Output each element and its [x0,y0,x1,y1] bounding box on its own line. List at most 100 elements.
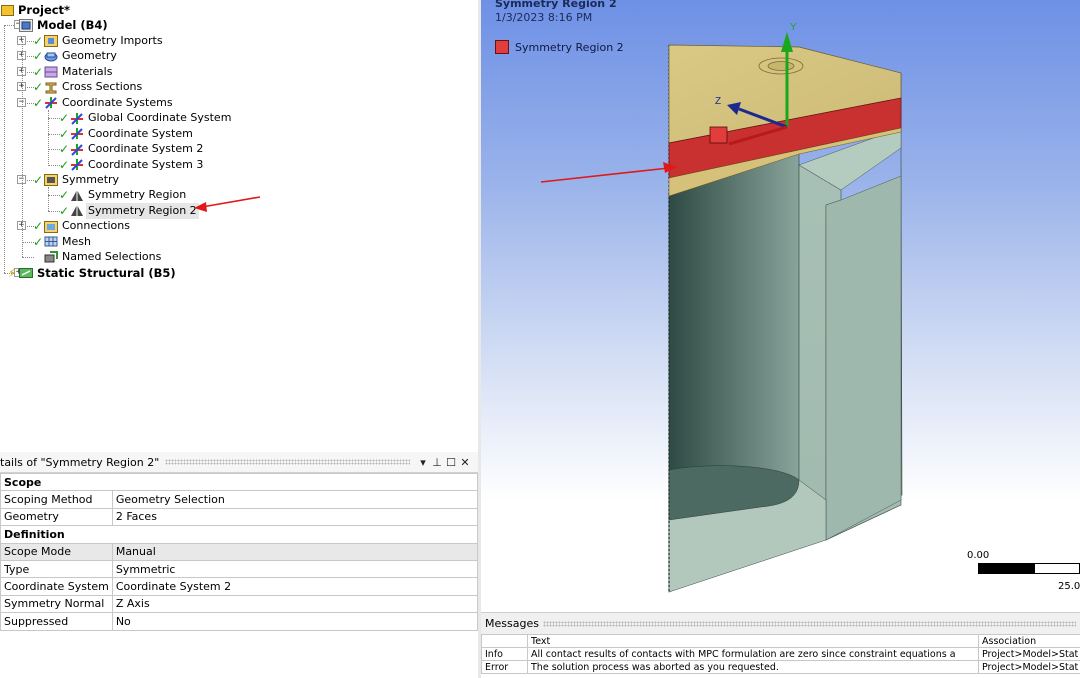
property-value[interactable]: Z Axis [111,594,479,614]
tree-item-coordinate-system-3[interactable]: ✓ Coordinate System 3 [59,157,203,173]
close-icon[interactable]: ✕ [458,456,472,469]
details-category[interactable]: Definition [0,525,478,544]
property-key: Geometry [0,507,113,527]
status-check-icon: ✓ [59,126,70,141]
tree-item-label: Symmetry Region [88,188,187,202]
coordinate-system-icon [70,127,84,140]
top-hole-inner [767,61,795,71]
tree-item-label: Model (B4) [37,18,108,33]
tree-item-mesh[interactable]: ✓ Mesh [33,234,91,250]
static-structural-icon [19,266,33,279]
tree-item-symmetry-region[interactable]: ✓ Symmetry Region [59,187,186,203]
model-scene[interactable]: Y Z [481,0,1080,612]
tree-item-materials[interactable]: ✓ Materials [33,64,112,80]
tree-item-label: Geometry [62,49,117,63]
tree-item-label: Project* [18,3,71,17]
tree-item-label: Mesh [62,234,91,248]
tree-arrow-head-icon [194,202,207,212]
messages-grip [542,620,1076,627]
status-check-icon: ✓ [33,219,44,234]
tree-item-label: Named Selections [62,250,162,264]
property-key: Suppressed [0,612,113,631]
annotation-arrow-line [540,167,670,183]
graphics-viewport[interactable]: Y Z Symmetry Region 2 1/3/2023 8:16 PM S… [481,0,1080,612]
tree-item-label: Geometry Imports [62,33,163,47]
details-row[interactable]: Coordinate System Coordinate System 2 [0,577,479,596]
tree-item-coordinate-system[interactable]: ✓ Coordinate System [59,126,193,142]
status-check-icon: ✓ [59,111,70,126]
tree-item-label: Coordinate System [88,126,193,140]
property-value[interactable]: 2 Faces [111,507,479,527]
status-check-icon: ✓ [33,234,44,249]
property-value[interactable]: Symmetric [111,559,479,579]
tree-item-connections[interactable]: ✓ Connections [33,218,130,234]
scale-bar [978,563,1080,574]
tree-annotation-arrow [194,196,261,212]
tree-item-symmetry[interactable]: ✓ Symmetry [33,172,119,188]
tree-item-geometry[interactable]: ✓ Geometry [33,48,117,64]
model-icon [19,18,33,32]
tree-item-symmetry-region-2[interactable]: ✓ Symmetry Region 2 [59,202,199,219]
viewport-date: 1/3/2023 8:16 PM [495,11,593,24]
property-value[interactable]: Coordinate System 2 [111,577,479,596]
symmetry-folder-icon [44,173,58,187]
details-row[interactable]: Type Symmetric [0,559,479,579]
property-key: Symmetry Normal [0,594,113,614]
messages-column-header[interactable]: Text [527,634,979,648]
tree-item-label: Static Structural (B5) [37,265,176,280]
legend-label: Symmetry Region 2 [515,40,624,54]
status-lightning-icon: ⚡ [8,265,17,280]
message-row[interactable]: Error The solution process was aborted as… [481,660,1080,674]
dropdown-icon[interactable]: ▾ [416,456,430,469]
tree-item-cross-sections[interactable]: ✓ Cross Sections [33,79,142,95]
tree-item-model[interactable]: Model (B4) [19,17,108,33]
details-row[interactable]: Scope Mode Manual [0,542,479,561]
status-check-icon: ✓ [33,172,44,187]
pin-icon[interactable]: ⊥ [430,456,444,469]
tree-item-coordinate-system-2[interactable]: ✓ Coordinate System 2 [59,141,203,157]
tree-item-label: Connections [62,219,130,233]
symmetry-region-icon [70,189,84,202]
tree-connector [4,25,14,27]
tree-item-geometry-imports[interactable]: ✓ Geometry Imports [33,33,163,49]
symmetry-region-icon [70,204,84,217]
geometry-imports-icon [44,34,58,48]
property-value[interactable]: Manual [111,542,479,561]
tree-item-static-structural[interactable]: ⚡ Static Structural (B5) [8,265,176,281]
property-value[interactable]: No [111,612,479,631]
tree-item-project[interactable]: Project* [0,2,70,18]
details-row[interactable]: Scoping Method Geometry Selection [0,490,479,509]
message-text: All contact results of contacts with MPC… [527,647,979,661]
tree-item-label: Coordinate System 2 [88,142,204,156]
messages-column-header[interactable] [481,634,528,648]
tree-item-label: Global Coordinate System [88,111,232,125]
tree-item-label: Coordinate System 3 [88,157,204,171]
inner-bore-face [668,149,800,521]
details-title-bar: tails of "Symmetry Region 2" ▾ ⊥ ☐ ✕ [0,452,478,473]
details-row[interactable]: Geometry 2 Faces [0,507,479,527]
details-row[interactable]: Suppressed No [0,612,479,631]
status-check-icon: ✓ [59,203,70,218]
outline-tree: Project* − Model (B4) + ✓ Geometry Imports + ✓ G… [0,0,478,452]
details-row[interactable]: Symmetry Normal Z Axis [0,594,479,614]
cross-sections-icon [44,81,58,94]
messages-column-header[interactable]: Association [978,634,1080,648]
maximize-icon[interactable]: ☐ [444,456,458,469]
tree-item-coordinate-systems[interactable]: ✓ Coordinate Systems [33,95,173,111]
message-level: Error [481,660,528,674]
tree-item-label: Materials [62,64,113,78]
details-category[interactable]: Scope [0,472,478,492]
geometry-icon [44,50,58,63]
tree-item-global-coordinate-system[interactable]: ✓ Global Coordinate System [59,110,231,126]
tree-connector [22,40,23,258]
message-row[interactable]: Info All contact results of contacts with… [481,647,1080,661]
scale-bar-zero: 0.00 [967,550,990,561]
status-check-icon: ✓ [59,142,70,157]
property-key: Scope Mode [0,542,113,561]
property-value[interactable]: Geometry Selection [111,490,479,509]
messages-header-row: Text Association [481,634,1080,648]
viewport-legend: Symmetry Region 2 [495,40,624,54]
tree-item-named-selections[interactable]: Named Selections [44,249,161,265]
tree-item-label: Symmetry [62,172,120,186]
tree-item-label: Symmetry Region 2 [86,202,199,219]
